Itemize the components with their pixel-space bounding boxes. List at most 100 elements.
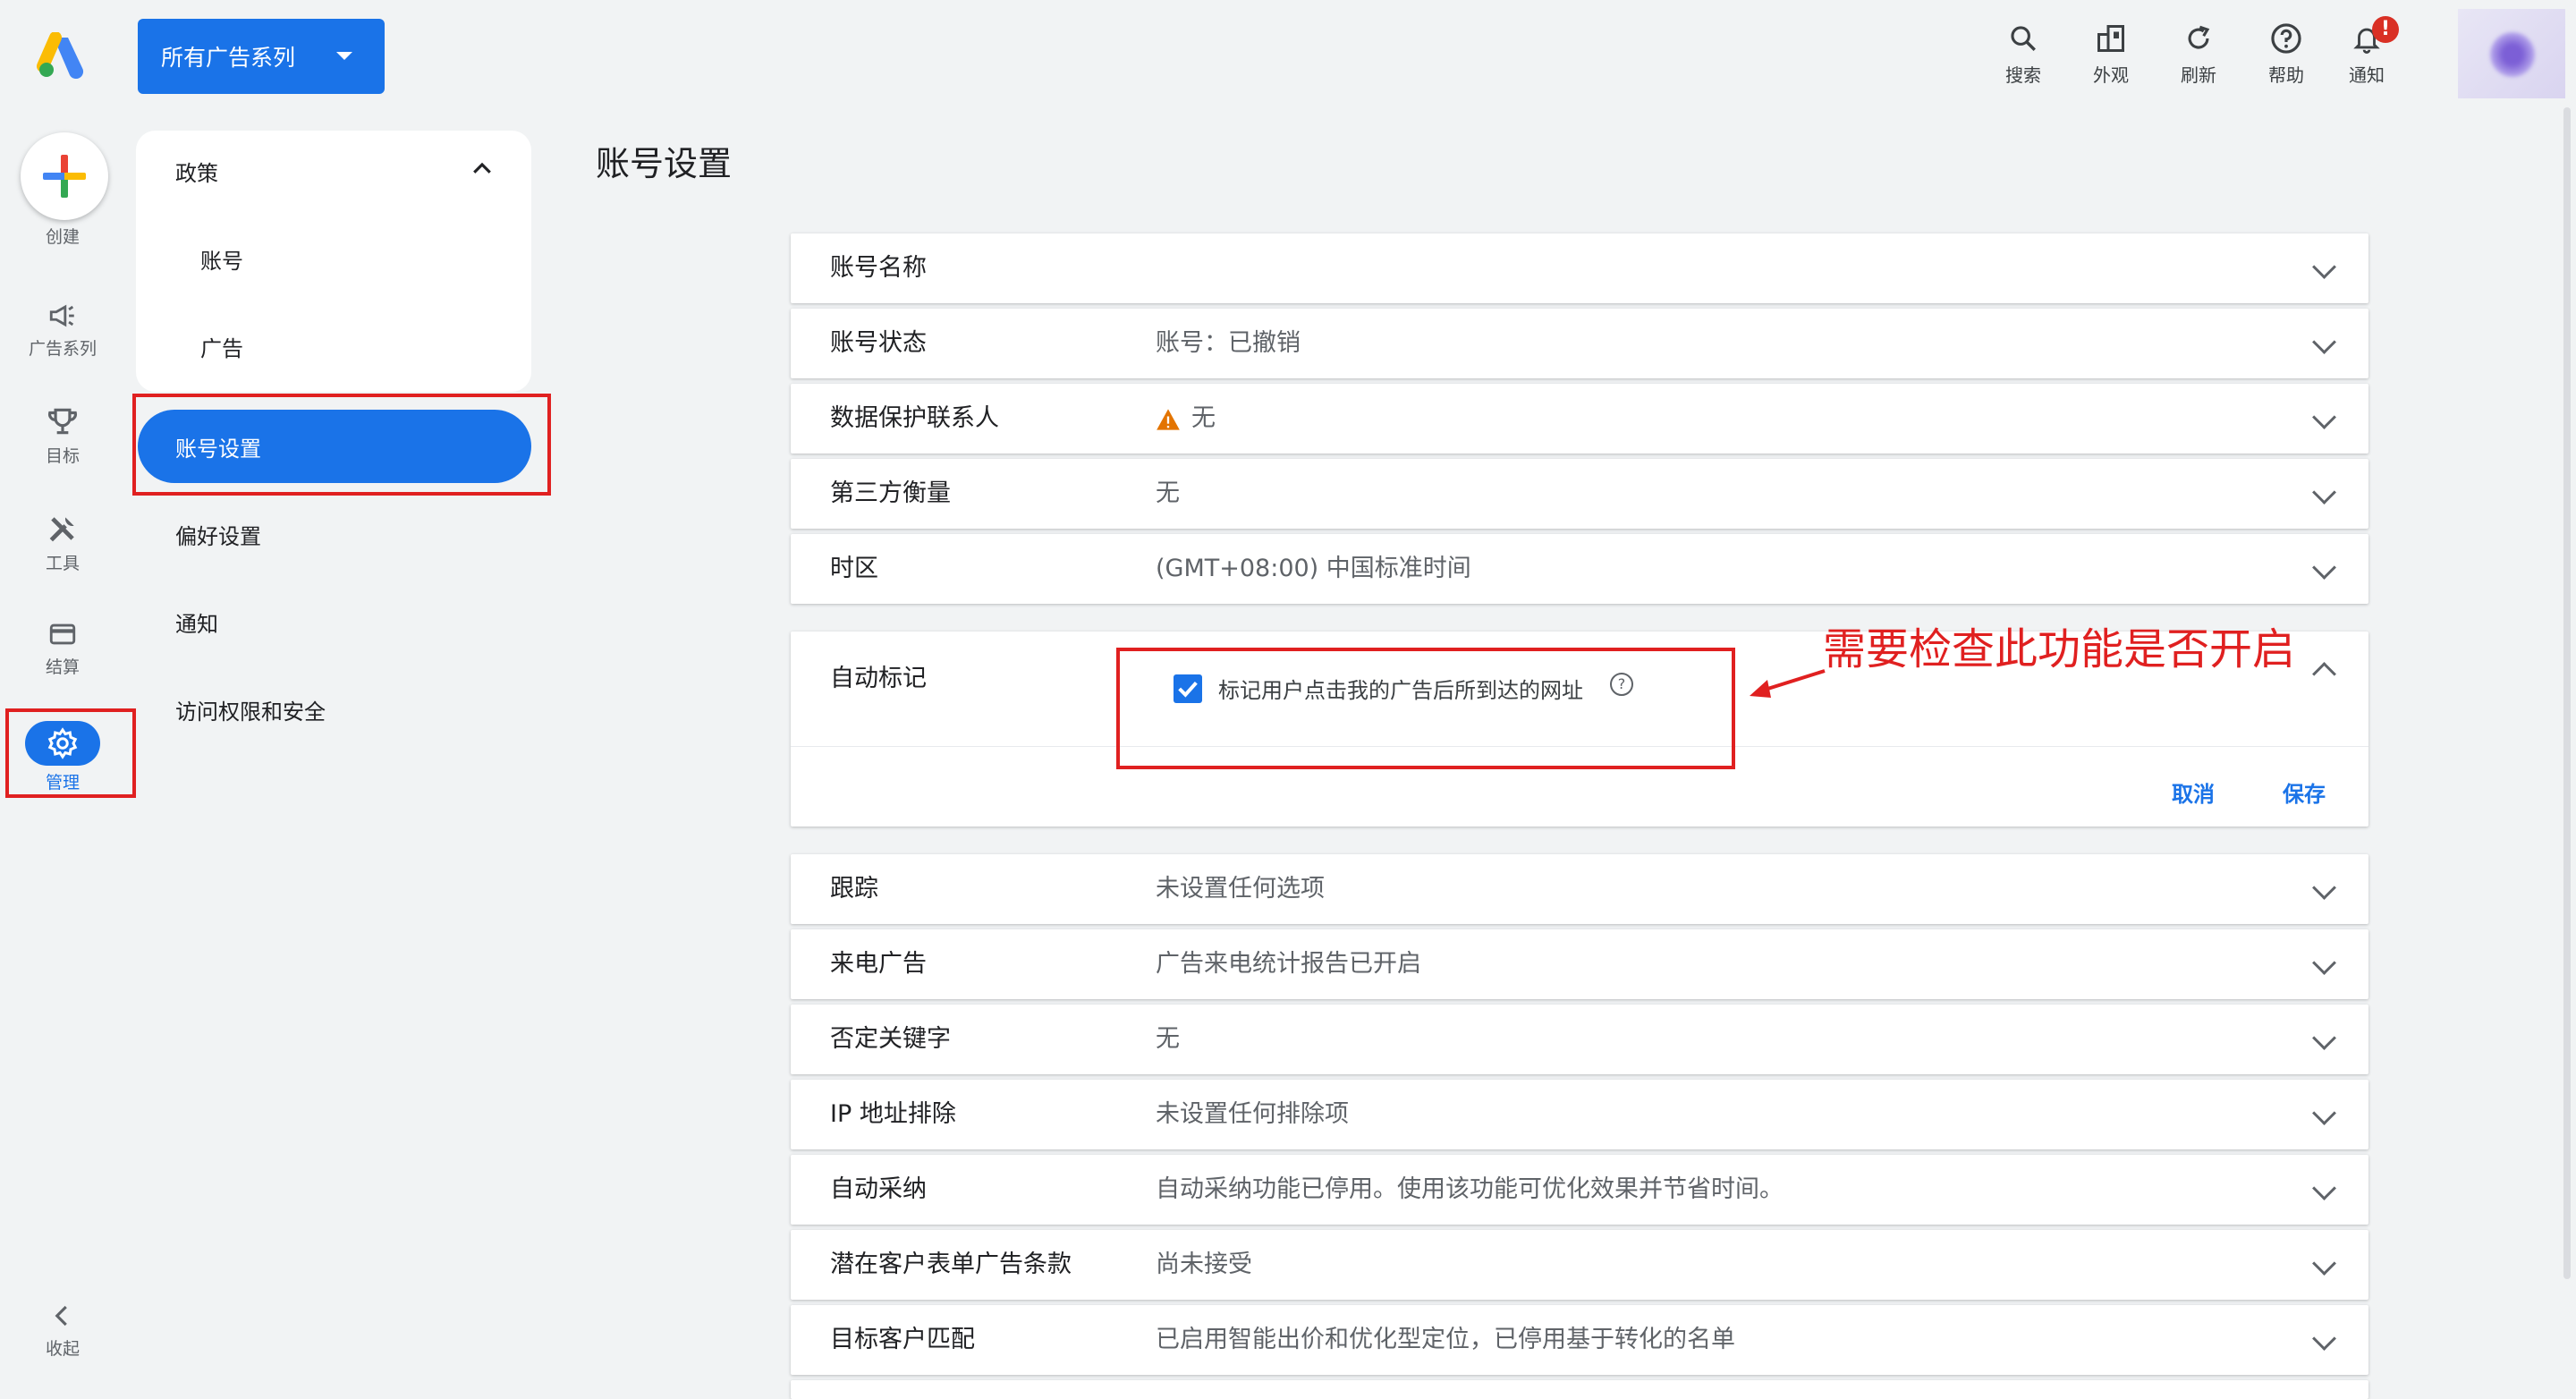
dropdown-caret-icon [336,52,352,60]
search-button[interactable]: 搜索 [1987,16,2059,87]
nav-item-account[interactable]: 账号 [200,243,243,275]
appearance-icon [2097,25,2124,52]
setting-value: 尚未接受 [1156,1251,1252,1278]
setting-row-tracking[interactable]: 跟踪 未设置任何选项 [791,854,2368,924]
rail-item-tools[interactable]: 工具 [0,512,125,574]
nav-item-access-security[interactable]: 访问权限和安全 [175,694,326,725]
help-icon [2271,23,2301,54]
campaign-selector-label: 所有广告系列 [161,45,296,71]
setting-row-customer-match[interactable]: 目标客户匹配 已启用智能出价和优化型定位，已停用基于转化的名单 [791,1305,2368,1375]
rail-item-campaigns[interactable]: 广告系列 [0,301,125,360]
setting-label: 账号名称 [830,254,927,282]
setting-row-call-ads[interactable]: 来电广告 广告来电统计报告已开启 [791,929,2368,999]
setting-row-third-party[interactable]: 第三方衡量 无 [791,459,2368,529]
search-label: 搜索 [2005,64,2041,86]
appearance-button[interactable]: 外观 [2075,16,2147,87]
setting-row-data-protection[interactable]: 数据保护联系人 无 [791,384,2368,454]
notifications-button[interactable]: ! 通知 [2331,16,2402,87]
annotation-arrow-icon [1750,669,1826,698]
setting-value: 无 [1156,1025,1180,1053]
nav-item-ads[interactable]: 广告 [200,331,243,362]
rail-campaigns-label: 广告系列 [28,339,97,359]
setting-value: 已启用智能出价和优化型定位，已停用基于转化的名单 [1156,1326,1735,1353]
policy-nav-group: 政策 账号 广告 [136,131,531,392]
setting-value: 未设置任何排除项 [1156,1100,1349,1128]
setting-row-timezone[interactable]: 时区 (GMT+08:00) 中国标准时间 [791,534,2368,604]
setting-value: 自动采纳功能已停用。使用该功能可优化效果并节省时间。 [1156,1175,1784,1203]
setting-row-ip-exclusion[interactable]: IP 地址排除 未设置任何排除项 [791,1080,2368,1149]
campaign-selector-button[interactable]: 所有广告系列 [138,19,385,94]
setting-label: 来电广告 [830,950,927,978]
rail-item-billing[interactable]: 结算 [0,619,125,678]
chevron-down-icon [2312,1176,2336,1200]
setting-label: 跟踪 [830,875,878,903]
refresh-icon [2188,25,2210,49]
setting-row-account-name[interactable]: 账号名称 [791,233,2368,303]
setting-value: 无 [1191,404,1216,432]
chevron-up-icon[interactable] [2312,662,2336,686]
credit-card-icon [49,623,76,645]
setting-label: 目标客户匹配 [830,1326,975,1353]
setting-row-auto-apply[interactable]: 自动采纳 自动采纳功能已停用。使用该功能可优化效果并节省时间。 [791,1155,2368,1225]
chevron-down-icon [2312,951,2336,975]
setting-label: 潜在客户表单广告条款 [830,1251,1072,1278]
notifications-label: 通知 [2349,64,2385,86]
auto-tagging-label: 自动标记 [830,665,927,692]
top-bar: 所有广告系列 搜索 外观 刷新 帮助 ! 通知 [0,0,2576,107]
setting-row-negative-keywords[interactable]: 否定关键字 无 [791,1005,2368,1074]
setting-label: 时区 [830,555,878,582]
collapse-button[interactable]: 收起 [0,1301,125,1360]
create-button[interactable] [21,132,108,220]
setting-value: 账号：已撤销 [1156,329,1301,357]
chevron-down-icon [2312,330,2336,354]
annotation-text: 需要检查此功能是否开启 [1823,624,2296,674]
cancel-button[interactable]: 取消 [2172,776,2215,808]
chevron-down-icon [2312,255,2336,279]
appearance-label: 外观 [2093,64,2129,86]
rail-item-goals[interactable]: 目标 [0,404,125,467]
account-avatar[interactable] [2458,9,2565,98]
tools-icon [49,517,74,542]
chevron-down-icon [2312,1101,2336,1125]
setting-label: 第三方衡量 [830,479,951,507]
refresh-label: 刷新 [2181,64,2216,86]
nav-item-policy[interactable]: 政策 [175,156,218,187]
help-label: 帮助 [2268,64,2304,86]
refresh-button[interactable]: 刷新 [2163,16,2234,87]
chevron-left-icon [55,1305,67,1327]
setting-label: 账号状态 [830,329,927,357]
chevron-down-icon [2312,555,2336,580]
trophy-icon [47,408,78,435]
highlight-box-auto-tagging [1116,648,1735,769]
highlight-box-account-settings [132,394,551,496]
setting-label: IP 地址排除 [830,1100,956,1128]
page-scrollbar[interactable] [2563,107,2571,1279]
avatar-image [2490,32,2535,77]
setting-row-partial[interactable] [791,1380,2368,1399]
chevron-down-icon [2312,1251,2336,1276]
setting-label: 否定关键字 [830,1025,951,1053]
chevron-down-icon [2312,876,2336,900]
setting-label: 自动采纳 [830,1175,927,1203]
save-button[interactable]: 保存 [2283,776,2326,808]
nav-item-notifications[interactable]: 通知 [175,606,218,638]
chevron-down-icon [2312,1327,2336,1351]
megaphone-icon [49,304,74,327]
nav-item-preferences[interactable]: 偏好设置 [175,519,261,550]
setting-value: 无 [1156,479,1180,507]
setting-value: 广告来电统计报告已开启 [1156,950,1421,978]
setting-value: (GMT+08:00) 中国标准时间 [1156,555,1471,582]
setting-row-lead-form-terms[interactable]: 潜在客户表单广告条款 尚未接受 [791,1230,2368,1300]
setting-label: 数据保护联系人 [830,404,999,432]
collapse-label: 收起 [45,1339,80,1359]
google-ads-logo[interactable] [36,32,89,79]
rail-billing-label: 结算 [45,657,80,677]
setting-value: 未设置任何选项 [1156,875,1325,903]
chevron-down-icon [2312,405,2336,429]
setting-row-account-status[interactable]: 账号状态 账号：已撤销 [791,309,2368,378]
rail-goals-label: 目标 [45,446,80,466]
help-button[interactable]: 帮助 [2250,16,2322,87]
chevron-up-icon[interactable] [469,156,496,182]
page-title: 账号设置 [596,144,733,183]
search-icon [2011,26,2036,51]
